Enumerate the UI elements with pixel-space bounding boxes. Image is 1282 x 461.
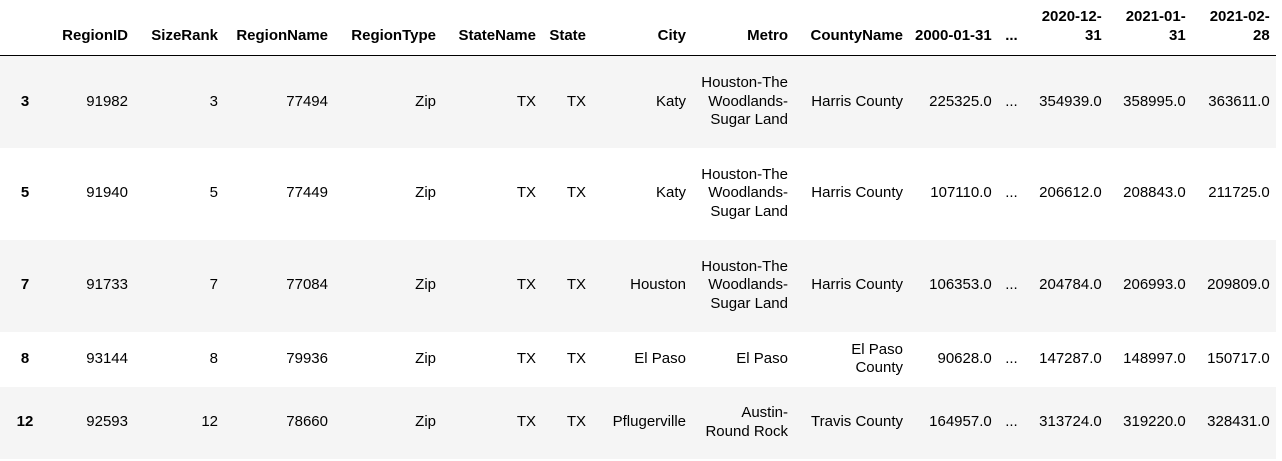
cell-countyname: El Paso County bbox=[851, 340, 903, 377]
cell-regionname: 79936 bbox=[286, 349, 328, 367]
cell-state: TX bbox=[566, 413, 586, 431]
table-header: RegionID SizeRank RegionName RegionType … bbox=[0, 0, 1276, 56]
cell-2000-01-31: 106353.0 bbox=[929, 276, 992, 294]
cell-city: El Paso bbox=[634, 349, 686, 367]
cell-regionname: 77494 bbox=[286, 92, 328, 110]
column-header-state: State bbox=[542, 0, 592, 56]
cell-sizerank: 5 bbox=[209, 184, 218, 202]
column-header-city: City bbox=[592, 0, 692, 56]
cell-ellipsis: ... bbox=[1005, 276, 1018, 294]
cell-countyname: Harris County bbox=[811, 276, 903, 294]
cell-statename: TX bbox=[516, 92, 536, 110]
cell-sizerank: 3 bbox=[209, 92, 218, 110]
cell-2000-01-31: 107110.0 bbox=[930, 184, 992, 202]
column-header-ellipsis: ... bbox=[997, 0, 1024, 56]
cell-2020-12-31: 313724.0 bbox=[1039, 413, 1102, 431]
table-body: 3 91982 3 77494 Zip TX TX Katy Houston-T… bbox=[0, 55, 1276, 459]
cell-state: TX bbox=[566, 92, 586, 110]
cell-2000-01-31: 90628.0 bbox=[937, 349, 992, 367]
cell-regionname: 77449 bbox=[286, 184, 328, 202]
cell-2021-01-31: 206993.0 bbox=[1123, 276, 1186, 294]
row-index: 12 bbox=[16, 413, 34, 431]
cell-2021-01-31: 319220.0 bbox=[1123, 413, 1186, 431]
cell-ellipsis: ... bbox=[1005, 92, 1018, 110]
table-row: 7 91733 7 77084 Zip TX TX Houston Housto… bbox=[0, 239, 1276, 332]
cell-2021-01-31: 358995.0 bbox=[1123, 92, 1186, 110]
cell-2000-01-31: 225325.0 bbox=[929, 92, 992, 110]
cell-regiontype: Zip bbox=[415, 413, 436, 431]
cell-2020-12-31: 206612.0 bbox=[1039, 184, 1102, 202]
cell-countyname: Harris County bbox=[811, 184, 903, 202]
cell-state: TX bbox=[566, 349, 586, 367]
cell-metro: Houston-The Woodlands-Sugar Land bbox=[701, 165, 788, 220]
cell-ellipsis: ... bbox=[1005, 413, 1018, 431]
cell-regionid: 91982 bbox=[86, 92, 128, 110]
cell-regiontype: Zip bbox=[415, 349, 436, 367]
cell-metro: Houston-The Woodlands-Sugar Land bbox=[701, 74, 788, 128]
column-header-regiontype: RegionType bbox=[334, 0, 442, 56]
column-header-2021-01-31: 2021-01-31 bbox=[1107, 0, 1192, 56]
row-index: 8 bbox=[20, 349, 30, 367]
cell-city: Katy bbox=[655, 92, 686, 110]
cell-countyname: Harris County bbox=[811, 92, 903, 110]
column-header-regionid: RegionID bbox=[50, 0, 134, 56]
dataframe-table: RegionID SizeRank RegionName RegionType … bbox=[0, 0, 1276, 459]
cell-ellipsis: ... bbox=[1005, 184, 1018, 202]
cell-city: Houston bbox=[630, 276, 686, 294]
cell-regionid: 92593 bbox=[86, 413, 128, 431]
cell-city: Katy bbox=[655, 184, 686, 202]
cell-regiontype: Zip bbox=[415, 276, 436, 294]
cell-statename: TX bbox=[516, 184, 536, 202]
cell-regiontype: Zip bbox=[415, 92, 436, 110]
cell-statename: TX bbox=[516, 413, 536, 431]
cell-2021-02-28: 363611.0 bbox=[1208, 92, 1270, 110]
cell-sizerank: 7 bbox=[209, 276, 218, 294]
cell-2000-01-31: 164957.0 bbox=[929, 413, 992, 431]
cell-sizerank: 8 bbox=[209, 349, 218, 367]
cell-2021-01-31: 148997.0 bbox=[1123, 349, 1186, 367]
cell-2021-01-31: 208843.0 bbox=[1123, 184, 1186, 202]
header-row: RegionID SizeRank RegionName RegionType … bbox=[0, 0, 1276, 56]
column-header-regionname: RegionName bbox=[224, 0, 334, 56]
cell-metro: Houston-The Woodlands-Sugar Land bbox=[701, 257, 788, 312]
cell-statename: TX bbox=[516, 349, 536, 367]
table-row: 8 93144 8 79936 Zip TX TX El Paso El Pas… bbox=[0, 331, 1276, 387]
column-header-2020-12-31: 2020-12-31 bbox=[1023, 0, 1108, 56]
cell-regiontype: Zip bbox=[415, 184, 436, 202]
cell-metro: Austin-Round Rock bbox=[705, 404, 788, 440]
table-row: 5 91940 5 77449 Zip TX TX Katy Houston-T… bbox=[0, 147, 1276, 240]
column-header-2021-02-28: 2021-02-28 bbox=[1191, 0, 1276, 56]
cell-state: TX bbox=[566, 276, 586, 294]
cell-statename: TX bbox=[516, 276, 536, 294]
cell-2020-12-31: 147287.0 bbox=[1039, 349, 1102, 367]
cell-countyname: Travis County bbox=[811, 413, 903, 431]
row-index: 7 bbox=[20, 276, 30, 294]
cell-state: TX bbox=[566, 184, 586, 202]
cell-2021-02-28: 150717.0 bbox=[1207, 349, 1270, 367]
table-row: 3 91982 3 77494 Zip TX TX Katy Houston-T… bbox=[0, 55, 1276, 148]
cell-regionid: 91733 bbox=[86, 276, 128, 294]
cell-metro: El Paso bbox=[736, 349, 788, 367]
column-header-sizerank: SizeRank bbox=[134, 0, 224, 56]
column-header-metro: Metro bbox=[692, 0, 794, 56]
cell-regionid: 91940 bbox=[86, 184, 128, 202]
cell-2021-02-28: 211725.0 bbox=[1208, 184, 1270, 202]
table-row: 12 92593 12 78660 Zip TX TX Pflugerville… bbox=[0, 386, 1276, 459]
column-header-statename: StateName bbox=[442, 0, 542, 56]
cell-city: Pflugerville bbox=[612, 413, 686, 431]
cell-2021-02-28: 328431.0 bbox=[1207, 413, 1270, 431]
cell-ellipsis: ... bbox=[1005, 349, 1018, 367]
cell-2020-12-31: 204784.0 bbox=[1039, 276, 1102, 294]
column-header-countyname: CountyName bbox=[794, 0, 909, 56]
cell-2020-12-31: 354939.0 bbox=[1039, 92, 1102, 110]
cell-regionname: 77084 bbox=[286, 276, 328, 294]
row-index: 5 bbox=[20, 184, 30, 202]
cell-regionname: 78660 bbox=[286, 413, 328, 431]
row-index: 3 bbox=[20, 92, 30, 110]
cell-regionid: 93144 bbox=[86, 349, 128, 367]
column-header-2000-01-31: 2000-01-31 bbox=[909, 0, 998, 56]
cell-2021-02-28: 209809.0 bbox=[1207, 276, 1270, 294]
index-header bbox=[0, 0, 50, 56]
cell-sizerank: 12 bbox=[201, 413, 218, 431]
